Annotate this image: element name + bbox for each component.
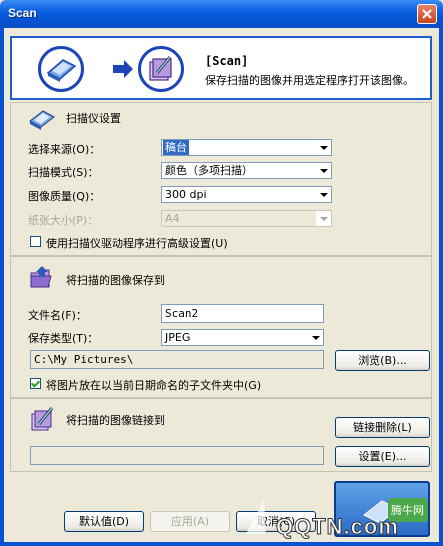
banner-title: [Scan] — [205, 54, 249, 68]
folder-save-icon — [30, 266, 52, 288]
linked-app-field — [30, 446, 324, 465]
paper-size-select[interactable]: A4 — [161, 210, 332, 227]
save-settings-section: 将扫描的图像保存到 文件名(F)： Scan2 保存类型(T)： JPEG C:… — [10, 256, 432, 398]
chevron-down-icon[interactable] — [316, 211, 331, 226]
scanner-settings-section: 扫描仪设置 选择来源(O)： 稿台 扫描模式(S)： 颜色（多项扫描） 图像质量… — [10, 102, 432, 256]
chevron-down-icon[interactable] — [316, 163, 331, 178]
title-bar: Scan — [0, 0, 443, 28]
watermark-site: QQTN.com — [276, 514, 399, 540]
source-label: 选择来源(O)： — [28, 143, 101, 156]
mode-value: 颜色（多项扫描） — [165, 164, 253, 177]
file-type-label: 保存类型(T)： — [28, 332, 99, 345]
checkmark-icon — [30, 378, 41, 388]
advanced-settings-label: 使用扫描仪驱动程序进行高级设置(U) — [46, 237, 228, 250]
chevron-down-icon[interactable] — [316, 187, 331, 202]
mode-select[interactable]: 颜色（多项扫描） — [161, 162, 332, 179]
window-frame-right — [439, 28, 443, 546]
link-settings-section: 将扫描的图像链接到 链接删除(L) 设置(E)... — [10, 398, 432, 472]
date-subfolder-label: 将图片放在以当前日期命名的子文件夹中(G) — [46, 379, 262, 392]
close-button[interactable] — [417, 4, 437, 24]
save-step-icon — [138, 46, 184, 92]
window-title: Scan — [8, 6, 37, 20]
scanner-step-icon — [38, 46, 84, 92]
scanner-settings-title: 扫描仪设置 — [66, 112, 121, 125]
apply-button[interactable]: 应用(A) — [150, 511, 230, 532]
window-frame-left — [0, 28, 4, 546]
banner: [Scan] 保存扫描的图像并用选定程序打开该图像。 — [10, 36, 432, 100]
close-icon — [422, 9, 432, 19]
arrow-right-icon — [113, 60, 133, 78]
source-value: 稿台 — [163, 140, 189, 155]
banner-description: 保存扫描的图像并用选定程序打开该图像。 — [205, 74, 414, 87]
paper-size-label: 纸张大小(P)： — [28, 214, 99, 227]
link-settings-title: 将扫描的图像链接到 — [66, 414, 165, 427]
date-subfolder-checkbox[interactable] — [30, 378, 41, 389]
watermark-badge: 腾牛网 — [391, 504, 424, 517]
filename-label: 文件名(F)： — [28, 309, 87, 322]
remove-link-button[interactable]: 链接删除(L) — [335, 417, 430, 438]
filename-input[interactable]: Scan2 — [161, 304, 324, 323]
chevron-down-icon[interactable] — [316, 140, 331, 155]
advanced-settings-checkbox[interactable] — [30, 236, 41, 247]
quality-value: 300 dpi — [165, 188, 207, 201]
default-button[interactable]: 默认值(D) — [64, 511, 144, 532]
file-type-value: JPEG — [165, 331, 191, 344]
chevron-down-icon[interactable] — [308, 330, 323, 345]
link-app-icon — [31, 407, 54, 431]
quality-label: 图像质量(Q)： — [28, 190, 101, 203]
scanner-icon — [29, 110, 55, 130]
link-settings-button[interactable]: 设置(E)... — [335, 446, 430, 467]
file-type-select[interactable]: JPEG — [161, 329, 324, 346]
save-settings-title: 将扫描的图像保存到 — [66, 274, 165, 287]
watermark: QQTN.com 腾牛网 — [236, 494, 443, 546]
paper-size-value: A4 — [165, 212, 180, 225]
browse-button[interactable]: 浏览(B)... — [335, 350, 430, 371]
source-select[interactable]: 稿台 — [161, 139, 332, 156]
mode-label: 扫描模式(S)： — [28, 166, 99, 179]
quality-select[interactable]: 300 dpi — [161, 186, 332, 203]
save-path-field: C:\My Pictures\ — [30, 350, 324, 369]
